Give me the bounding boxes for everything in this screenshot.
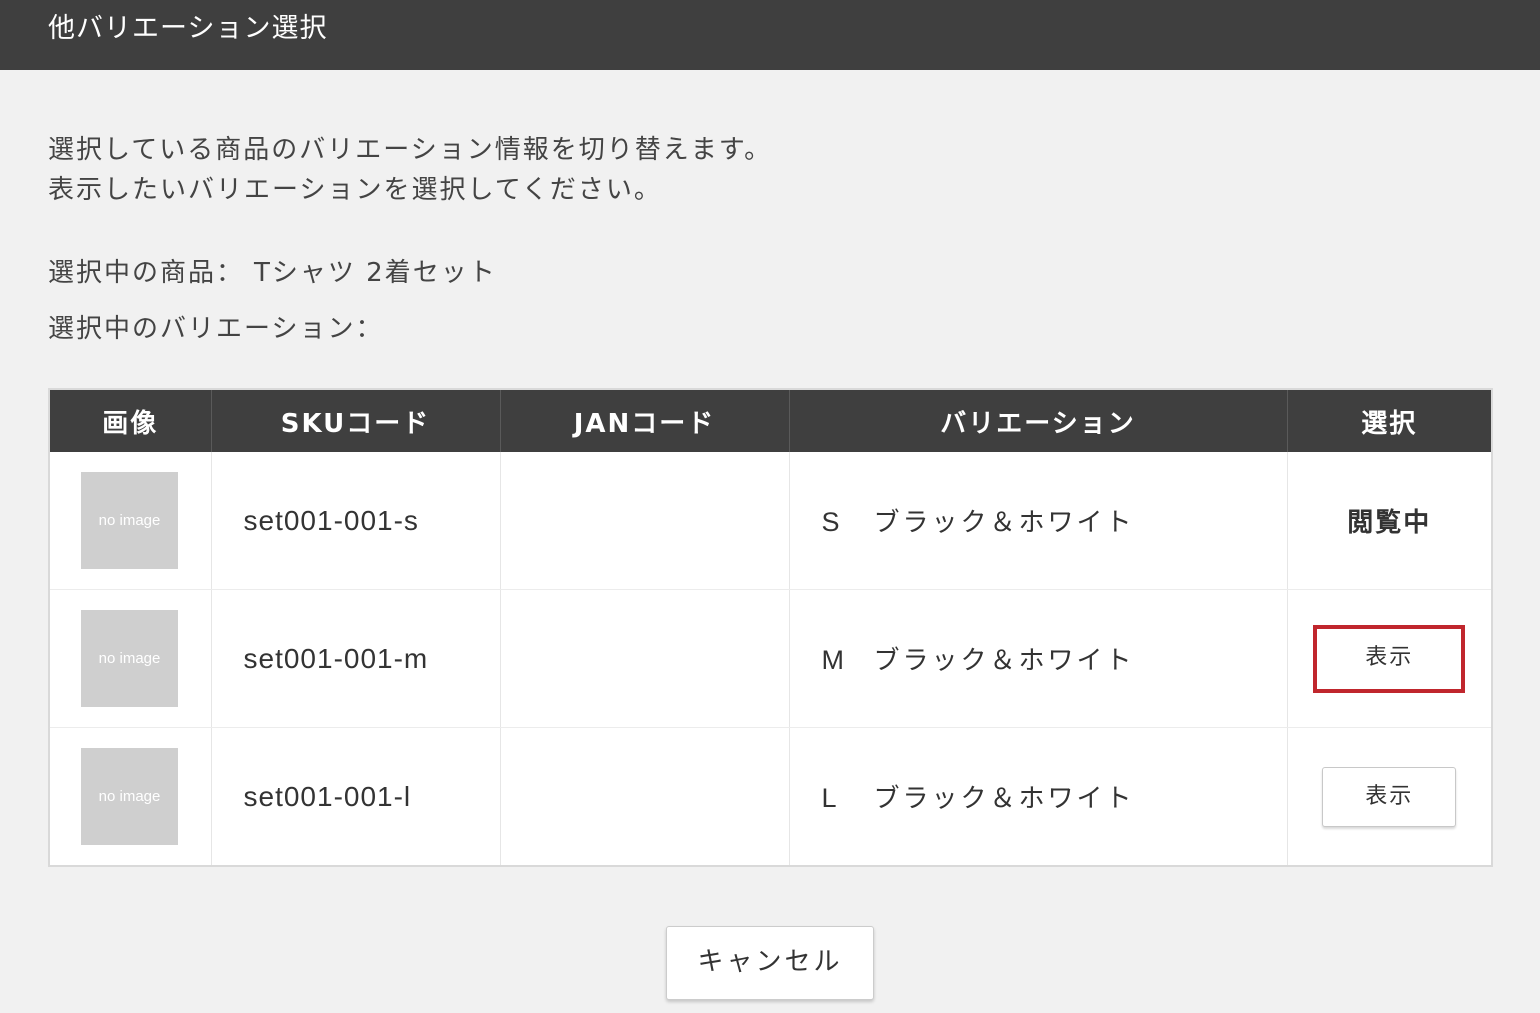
no-image-placeholder: no image	[81, 472, 178, 569]
selected-variation: 選択中のバリエーション：	[48, 308, 393, 345]
header-select: 選択	[1287, 390, 1491, 452]
select-cell: 閲覧中	[1287, 452, 1491, 590]
selected-product-label: 選択中の商品：	[48, 258, 245, 288]
header-variation: バリエーション	[789, 390, 1288, 452]
selected-product: 選択中の商品： Tシャツ 2着セット	[48, 252, 497, 289]
variation-color: ブラック＆ホワイト	[873, 784, 1135, 814]
selected-variation-label: 選択中のバリエーション：	[48, 314, 384, 344]
highlight-frame: 表示	[1313, 624, 1466, 693]
variation-color: ブラック＆ホワイト	[873, 646, 1135, 676]
image-cell: no image	[50, 589, 212, 728]
jan-cell	[500, 452, 790, 590]
variation-size: M	[821, 645, 847, 675]
header-image: 画像	[50, 390, 212, 452]
variation-cell: L ブラック＆ホワイト	[789, 727, 1288, 865]
table-row: no image set001-001-s S ブラック＆ホワイト 閲覧中	[50, 452, 1491, 590]
variation-size: S	[821, 507, 843, 537]
selected-product-value: Tシャツ 2着セット	[254, 258, 497, 288]
select-cell: 表示	[1287, 589, 1491, 728]
table-row: no image set001-001-l L ブラック＆ホワイト 表示	[50, 727, 1491, 866]
no-image-placeholder: no image	[81, 748, 178, 845]
table-row: no image set001-001-m M ブラック＆ホワイト 表示	[50, 589, 1491, 728]
jan-cell	[500, 589, 790, 728]
table-header-row: 画像 SKUコード JANコード バリエーション 選択	[50, 390, 1491, 452]
dialog-title: 他バリエーション選択	[0, 0, 1540, 70]
sku-cell: set001-001-l	[211, 727, 501, 865]
jan-cell	[500, 727, 790, 865]
image-cell: no image	[50, 452, 212, 590]
cancel-button[interactable]: キャンセル	[666, 926, 874, 1000]
variation-color: ブラック＆ホワイト	[873, 508, 1135, 538]
image-cell: no image	[50, 727, 212, 865]
header-jan: JANコード	[500, 390, 790, 452]
no-image-placeholder: no image	[81, 610, 178, 707]
variation-cell: M ブラック＆ホワイト	[789, 589, 1288, 728]
show-button-l[interactable]: 表示	[1322, 766, 1457, 827]
variation-table-container: 画像 SKUコード JANコード バリエーション 選択 no image set…	[48, 388, 1493, 867]
description-line-2: 表示したいバリエーションを選択してください。	[48, 175, 662, 205]
sku-cell: set001-001-s	[211, 452, 501, 590]
description-line-1: 選択している商品のバリエーション情報を切り替えます。	[48, 135, 773, 165]
viewing-status: 閲覧中	[1347, 508, 1432, 538]
variation-cell: S ブラック＆ホワイト	[789, 452, 1288, 590]
show-button-m[interactable]: 表示	[1322, 628, 1457, 689]
variation-table: 画像 SKUコード JANコード バリエーション 選択 no image set…	[50, 390, 1491, 865]
sku-cell: set001-001-m	[211, 589, 501, 728]
select-cell: 表示	[1287, 728, 1491, 866]
header-sku: SKUコード	[211, 390, 501, 452]
variation-size: L	[821, 783, 840, 813]
description: 選択している商品のバリエーション情報を切り替えます。 表示したいバリエーションを…	[48, 130, 772, 210]
